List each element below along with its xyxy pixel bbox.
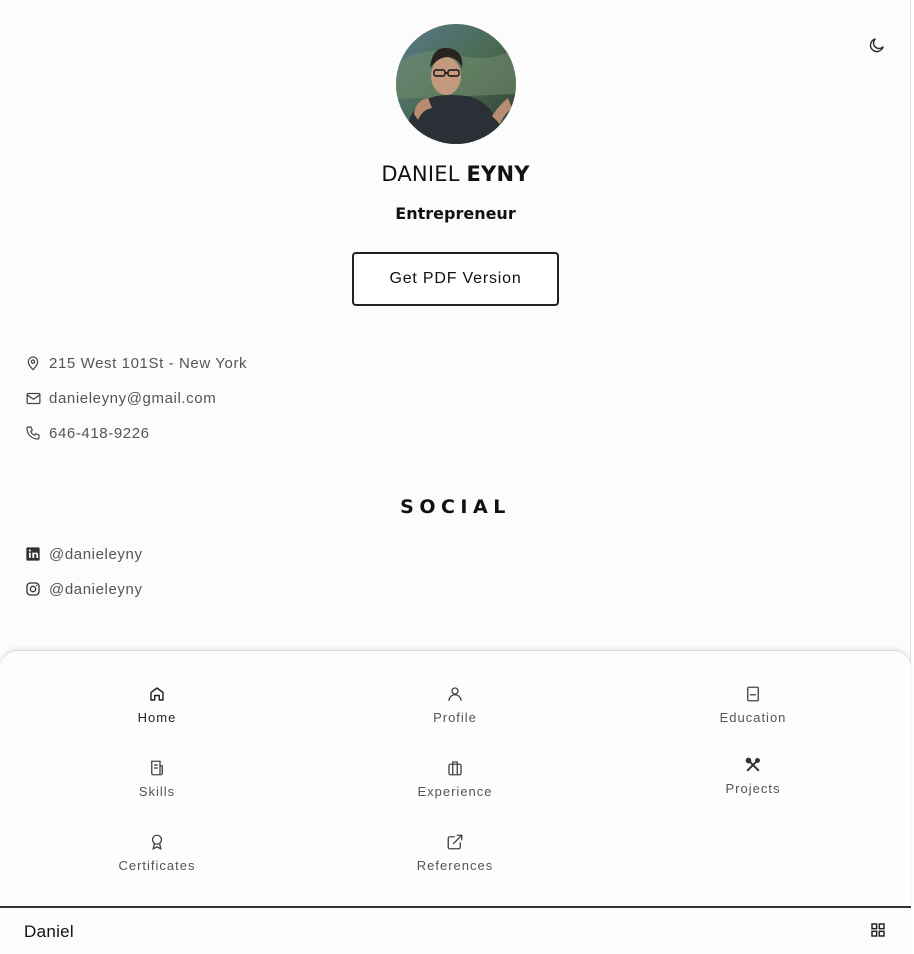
contact-address-text: 215 West 101St - New York	[49, 354, 248, 372]
nav-item-references[interactable]: References	[375, 832, 535, 873]
nav-item-experience[interactable]: Experience	[375, 758, 535, 799]
last-name: EYNY	[466, 162, 530, 186]
first-name: DANIEL	[381, 162, 460, 186]
user-icon	[445, 684, 465, 704]
book-icon	[743, 684, 763, 704]
menu-toggle-button[interactable]	[868, 920, 888, 940]
contact-email: danieleyny@gmail.com	[24, 389, 216, 407]
award-icon	[147, 832, 167, 852]
nav-label-experience: Experience	[417, 784, 493, 799]
nav-label-projects: Projects	[725, 781, 781, 796]
nav-item-profile[interactable]: Profile	[375, 684, 535, 725]
nav-item-certificates[interactable]: Certificates	[77, 832, 237, 873]
linkedin-icon	[24, 545, 42, 563]
mail-icon	[24, 389, 42, 407]
contact-address: 215 West 101St - New York	[24, 354, 247, 372]
bottom-bar: Daniel	[0, 906, 911, 954]
contact-email-text[interactable]: danieleyny@gmail.com	[49, 390, 216, 407]
social-linkedin[interactable]: @danieleyny	[24, 545, 143, 563]
nav-label-skills: Skills	[138, 784, 176, 799]
nav-label-education: Education	[719, 710, 787, 725]
phone-icon	[24, 424, 42, 442]
moon-icon	[869, 38, 884, 53]
tools-icon	[743, 755, 763, 775]
grid-icon	[871, 923, 885, 937]
receipt-icon	[147, 758, 167, 778]
linkedin-handle: @danieleyny	[49, 545, 143, 563]
nav-label-home: Home	[137, 710, 177, 725]
instagram-icon	[24, 580, 42, 598]
nav-item-education[interactable]: Education	[673, 684, 833, 725]
social-instagram[interactable]: @danieleyny	[24, 580, 143, 598]
theme-toggle-button[interactable]	[866, 34, 888, 56]
nav-item-home[interactable]: Home	[77, 684, 237, 725]
nav-item-projects[interactable]: Projects	[673, 755, 833, 796]
get-pdf-button[interactable]: Get PDF Version	[352, 252, 559, 306]
contact-phone: 646-418-9226	[24, 424, 150, 442]
profile-name: DANIEL EYNY	[0, 162, 911, 186]
nav-item-skills[interactable]: Skills	[77, 758, 237, 799]
nav-label-certificates: Certificates	[118, 858, 196, 873]
nav-label-references: References	[416, 858, 494, 873]
resume-page: DANIEL EYNY Entrepreneur Get PDF Version…	[0, 0, 911, 954]
profile-title: Entrepreneur	[395, 204, 516, 223]
avatar	[396, 24, 516, 144]
external-link-icon	[445, 832, 465, 852]
briefcase-icon	[445, 758, 465, 778]
location-pin-icon	[24, 354, 42, 372]
social-heading: SOCIAL	[400, 496, 511, 518]
nav-drawer: Home Profile Education Skills Experience	[0, 650, 911, 906]
instagram-handle: @danieleyny	[49, 580, 143, 598]
brand-name[interactable]: Daniel	[24, 922, 74, 942]
nav-label-profile: Profile	[433, 710, 477, 725]
contact-phone-text[interactable]: 646-418-9226	[49, 425, 150, 442]
home-icon	[147, 684, 167, 704]
